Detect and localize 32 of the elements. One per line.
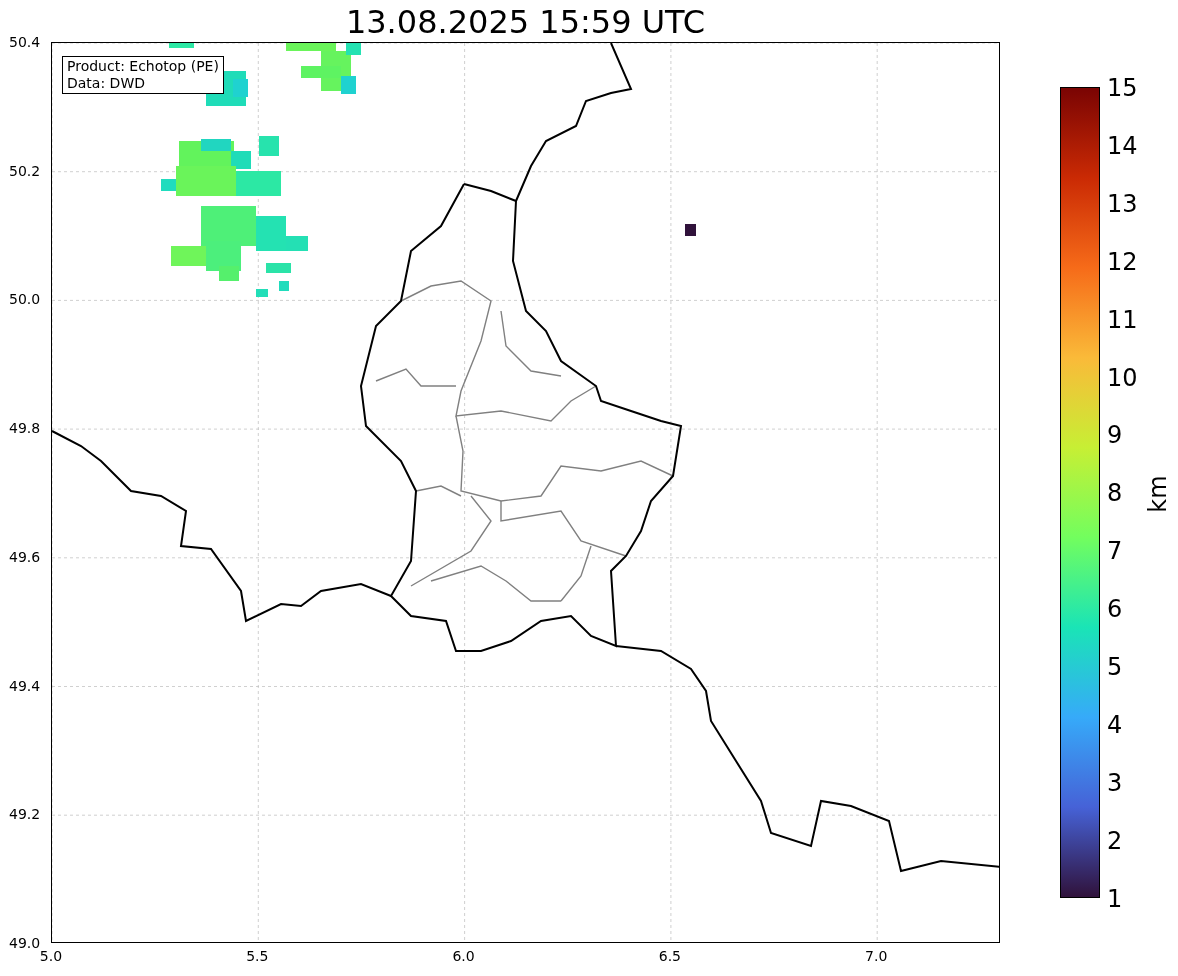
y-tick-label: 49.6 bbox=[9, 548, 41, 566]
info-text: Product: Echotop (PE) bbox=[67, 58, 219, 75]
colorbar-tick-label: 11 bbox=[1107, 305, 1138, 334]
x-tick-label: 5.5 bbox=[246, 948, 269, 965]
x-tick-label: 7.0 bbox=[865, 948, 888, 965]
colorbar-tick-label: 4 bbox=[1107, 710, 1123, 739]
colorbar-label: km bbox=[1143, 475, 1172, 513]
colorbar-tick-label: 1 bbox=[1107, 884, 1123, 913]
colorbar-tick-label: 5 bbox=[1107, 653, 1123, 681]
colorbar-tick-label: 13 bbox=[1107, 189, 1138, 218]
colorbar-tick-label: 10 bbox=[1107, 363, 1138, 392]
y-tick-label: 50.2 bbox=[9, 162, 41, 180]
colorbar-tick-label: 7 bbox=[1107, 537, 1123, 566]
y-tick-label: 49.0 bbox=[9, 934, 41, 952]
y-tick-label: 49.4 bbox=[9, 677, 41, 694]
colorbar-tick-label: 15 bbox=[1107, 74, 1138, 102]
colorbar-tick-label: 9 bbox=[1107, 421, 1123, 450]
colorbar-tick-label: 6 bbox=[1107, 595, 1123, 624]
y-tick-label: 50.0 bbox=[9, 290, 41, 308]
chart-title: 13.08.2025 15:59 UTC bbox=[344, 2, 707, 42]
y-tick-label: 49.2 bbox=[9, 805, 41, 823]
info-text: Data: DWD bbox=[67, 75, 146, 92]
colorbar-tick-label: 12 bbox=[1107, 247, 1138, 276]
x-tick-label: 6.0 bbox=[452, 948, 475, 965]
colorbar-tick-label: 8 bbox=[1107, 479, 1123, 508]
x-tick-label: 6.5 bbox=[658, 948, 681, 965]
colorbar-tick-label: 2 bbox=[1107, 826, 1123, 855]
colorbar-tick-label: 3 bbox=[1107, 768, 1123, 797]
x-tick-label: 5.0 bbox=[39, 948, 63, 965]
y-tick-label: 50.4 bbox=[9, 33, 41, 51]
y-tick-label: 49.8 bbox=[9, 419, 41, 437]
colorbar-tick-label: 14 bbox=[1107, 131, 1138, 160]
